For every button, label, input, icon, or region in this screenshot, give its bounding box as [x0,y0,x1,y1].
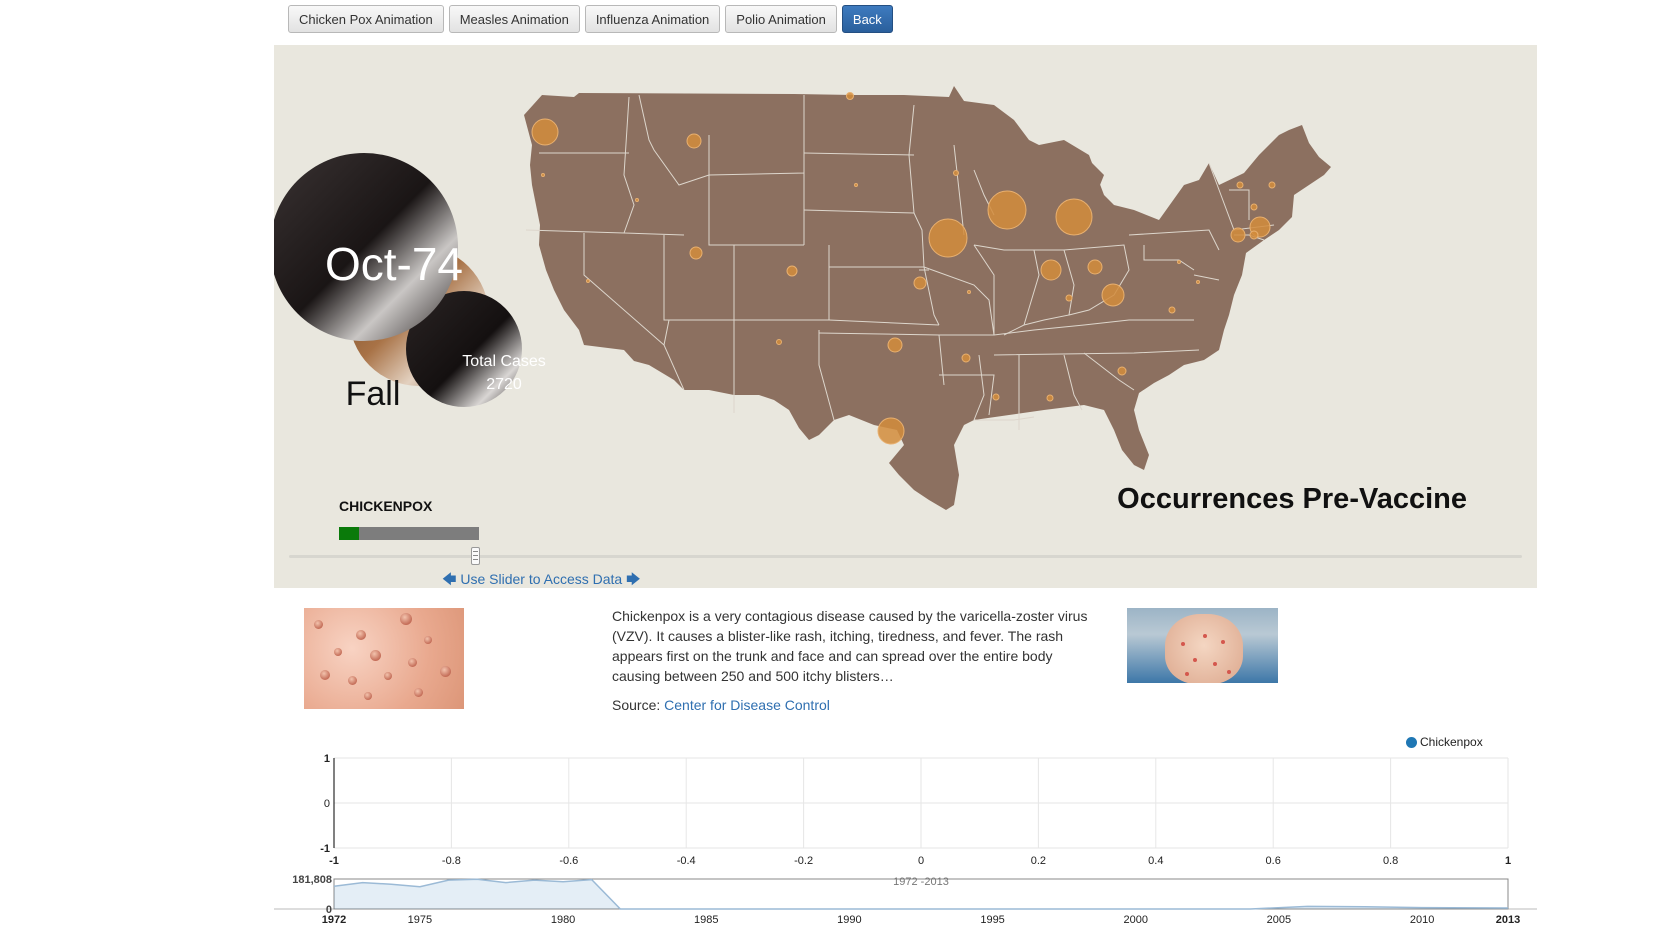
context-x-tick-label: 2005 [1267,914,1291,926]
x-tick-label: 0.2 [1031,855,1046,867]
x-tick-label: -0.4 [677,855,696,867]
context-x-tick-label: 1985 [694,914,718,926]
context-line [333,878,1509,910]
x-tick-label: 0.8 [1383,855,1398,867]
context-x-tick-label: 1990 [837,914,861,926]
x-tick-label: -0.8 [442,855,461,867]
context-y-max-label: 181,808 [292,874,332,886]
main-line-chart: -1 -0.8 -0.6 -0.4 -0.2 0 0.2 0.4 0.6 0.8 1 1 0 -1 [320,753,1511,867]
context-x-tick-label: 1975 [408,914,432,926]
x-tick-label: -0.6 [559,855,578,867]
source-link[interactable]: Center for Disease Control [664,697,830,713]
total-cases-title: Total Cases [462,353,546,370]
chickenpox-child-image [1127,608,1278,683]
slider-hint: 🡄 Use Slider to Access Data 🡆 [442,569,641,593]
disease-description: Chickenpox is a very contagious disease … [612,608,1088,684]
date-label: Oct-74 [324,238,464,290]
source-label: Source: [612,697,661,713]
back-button[interactable]: Back [841,5,893,33]
context-y-min-label: 0 [326,904,332,916]
arrow-right-icon: 🡆 [626,571,641,587]
brush-range-label: 1972 -2013 [893,876,949,888]
season-label: Fall [345,375,401,413]
influenza-animation-button[interactable]: Influenza Animation [584,5,721,33]
y-tick-label: 1 [324,753,330,765]
polio-animation-button[interactable]: Polio Animation [725,5,837,33]
animation-progress-bar [339,527,479,540]
total-cases-label: Total Cases 2720 [439,350,569,396]
slider-hint-text: Use Slider to Access Data [460,571,623,587]
context-area-chart: 1972 1975 1980 1985 1990 1995 2000 2005 2010 2013… [274,874,1537,926]
context-x-tick-label: 1995 [980,914,1004,926]
total-cases-value: 2720 [486,376,522,393]
context-x-tick-label: 2000 [1124,914,1148,926]
timeline-slider-handle[interactable] [471,547,480,565]
measles-animation-button[interactable]: Measles Animation [448,5,580,33]
chickenpox-rash-image [304,608,464,709]
x-tick-label: 0.4 [1148,855,1163,867]
context-area [334,879,1508,909]
toolbar: Chicken Pox Animation Measles Animation … [288,5,893,33]
map-title: Occurrences Pre-Vaccine [1117,483,1467,515]
context-x-tick-label: 1972 [322,914,346,926]
x-tick-label: -1 [329,855,339,867]
chart-legend[interactable]: Chickenpox [1406,735,1483,749]
x-tick-label: 1 [1505,855,1511,867]
context-x-tick-label: 2013 [1496,914,1520,926]
map-land [524,86,1331,510]
chicken-pox-animation-button[interactable]: Chicken Pox Animation [288,5,444,33]
legend-dot-icon [1406,736,1417,748]
y-tick-label: 0 [324,798,330,810]
animation-progress-fill [339,527,359,540]
arrow-left-icon: 🡄 [442,571,457,587]
context-x-tick-label: 2010 [1410,914,1434,926]
y-tick-label: -1 [320,843,330,855]
x-tick-label: 0 [918,855,924,867]
x-tick-label: 0.6 [1266,855,1281,867]
disease-title: CHICKENPOX [339,498,433,514]
context-x-tick-label: 1980 [551,914,575,926]
x-tick-label: -0.2 [794,855,813,867]
brush-extent [333,878,1509,910]
source-line: Source: Center for Disease Control [612,697,830,713]
legend-label: Chickenpox [1420,735,1483,749]
map-landmass [524,86,1331,510]
map-panel: Oct-74 Fall Total Cases 2720 CHICKENPOX … [274,45,1537,588]
